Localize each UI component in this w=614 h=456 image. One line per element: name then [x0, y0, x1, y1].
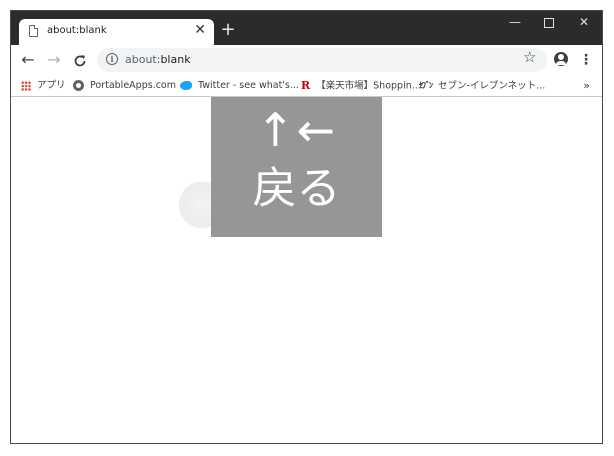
new-tab-button[interactable]: + — [217, 19, 239, 41]
maximize-button[interactable] — [532, 11, 566, 35]
minimize-button[interactable]: — — [498, 11, 532, 35]
bookmark-star-icon[interactable]: ☆ — [523, 48, 536, 66]
bookmark-seven-eleven[interactable]: ｾﾌﾞﾝ セブン-イレブンネット... — [419, 79, 545, 93]
page-content: ↑← 戻る — [11, 97, 602, 443]
close-window-button[interactable]: ✕ — [567, 11, 601, 35]
menu-button[interactable]: ⋮ — [579, 49, 593, 71]
rakuten-icon: R — [301, 79, 311, 92]
account-icon[interactable] — [554, 52, 568, 66]
toolbar: ← → i about:blank ☆ ⋮ — [11, 45, 602, 75]
title-bar: about:blank ✕ + — ✕ — [11, 11, 602, 45]
globe-icon — [73, 80, 84, 91]
back-gesture-overlay: ↑← 戻る — [211, 97, 382, 237]
seven-eleven-icon: ｾﾌﾞﾝ — [419, 81, 433, 90]
bookmarks-bar: アプリ PortableApps.com Twitter - see what'… — [11, 75, 602, 97]
bookmark-apps[interactable]: アプリ — [21, 79, 66, 93]
back-button[interactable]: ← — [17, 49, 39, 71]
page-icon — [29, 25, 38, 37]
bookmark-rakuten[interactable]: R 【楽天市場】Shoppin... — [301, 79, 421, 93]
info-icon[interactable]: i — [106, 53, 118, 65]
bookmark-twitter[interactable]: Twitter - see what's... — [180, 79, 299, 93]
gesture-arrows: ↑← — [255, 103, 338, 157]
tab-close-button[interactable]: ✕ — [194, 22, 206, 38]
apps-grid-icon — [21, 80, 31, 91]
twitter-icon — [180, 81, 192, 90]
forward-button[interactable]: → — [43, 49, 65, 71]
tab-about-blank[interactable]: about:blank ✕ — [19, 19, 214, 45]
bookmarks-overflow-button[interactable]: » — [583, 79, 590, 92]
reload-button[interactable] — [69, 49, 91, 71]
gesture-label: 戻る — [252, 163, 341, 214]
browser-window: about:blank ✕ + — ✕ ← → i about:blank ☆ … — [10, 10, 603, 444]
address-bar[interactable]: i about:blank — [97, 48, 547, 72]
tab-title: about:blank — [47, 25, 107, 36]
reload-icon — [74, 54, 86, 66]
maximize-icon — [544, 17, 554, 28]
bookmark-portableapps[interactable]: PortableApps.com — [73, 79, 176, 93]
url-text[interactable]: about:blank — [125, 53, 191, 66]
